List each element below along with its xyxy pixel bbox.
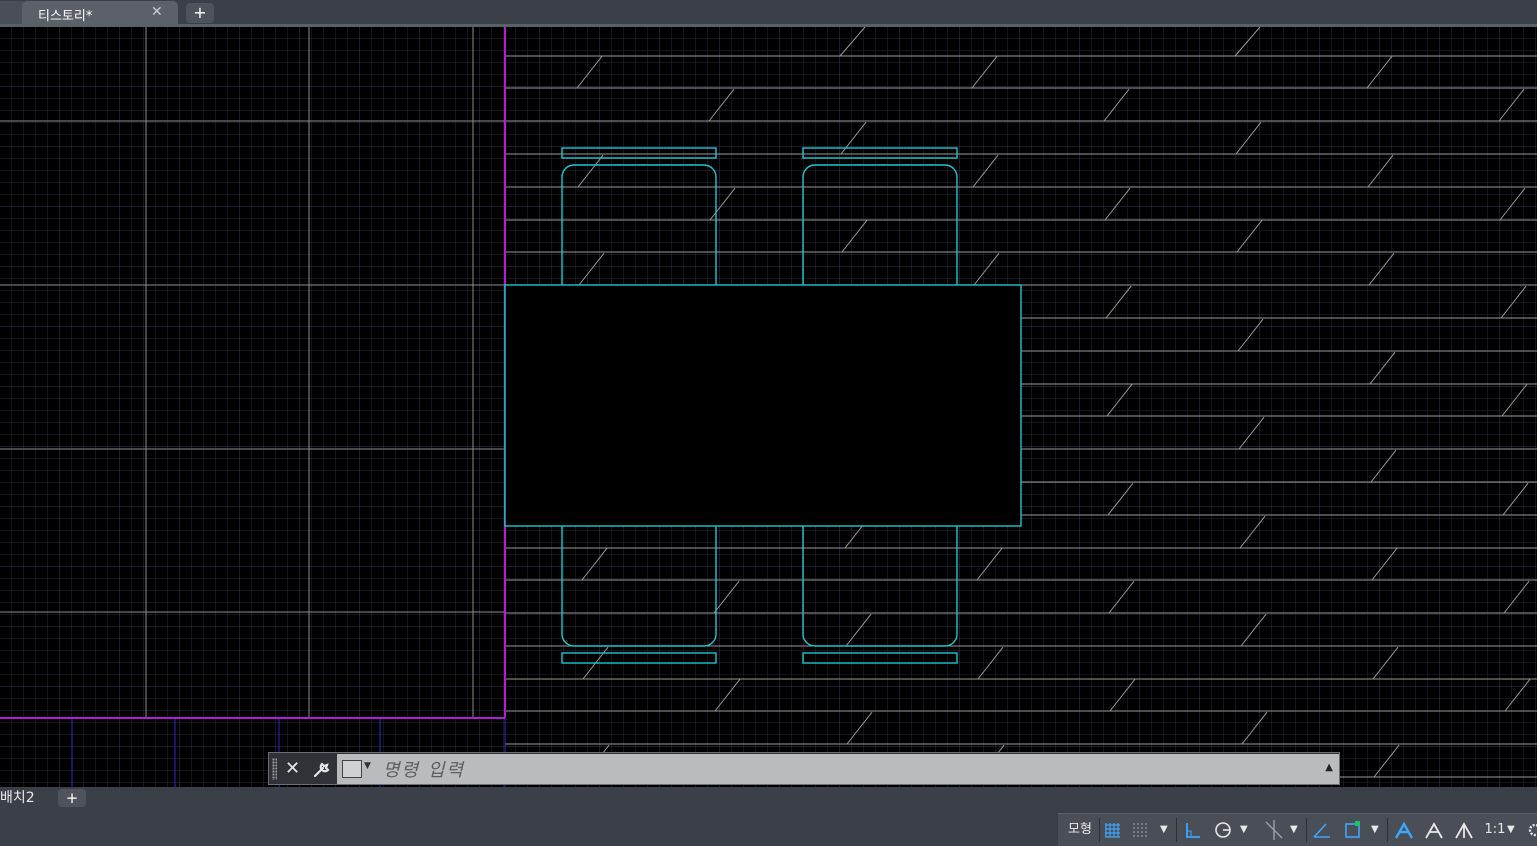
command-line: ✕ ▼ ▲ [268, 752, 1340, 785]
model-space-button[interactable]: 모형 [1062, 814, 1098, 846]
status-tray: 모형 ▼ ▼ ▼ ▼ 1:1 ▼ [1058, 813, 1537, 846]
chevron-down-icon[interactable]: ▼ [1290, 814, 1298, 846]
add-layout-button[interactable]: + [58, 789, 86, 807]
grid-icon[interactable] [1102, 814, 1124, 846]
chevron-down-icon[interactable]: ▼ [1507, 814, 1515, 846]
document-tab-bar: 티스토리* ✕ + [0, 0, 1537, 27]
scale-label[interactable]: 1:1 [1482, 814, 1508, 846]
annotation-scale-icon[interactable] [1452, 814, 1476, 846]
separator [1387, 818, 1388, 842]
ortho-icon[interactable] [1182, 814, 1204, 846]
close-icon[interactable]: ✕ [285, 758, 300, 779]
chevron-down-icon[interactable]: ▼ [1240, 814, 1248, 846]
snap-icon[interactable] [1130, 814, 1152, 846]
annotation-visibility-icon[interactable] [1392, 814, 1416, 846]
layout-tab[interactable]: 배치2 [0, 787, 50, 809]
drawing-canvas[interactable] [0, 27, 1537, 787]
drag-handle[interactable] [272, 758, 277, 780]
separator [1099, 818, 1100, 842]
close-icon[interactable]: ✕ [151, 4, 163, 20]
polar-icon[interactable] [1212, 814, 1234, 846]
triangle-up-icon[interactable]: ▲ [1325, 762, 1333, 773]
command-prompt-icon[interactable] [342, 760, 362, 778]
status-bar: 모형 ▼ ▼ ▼ ▼ 1:1 ▼ [0, 811, 1537, 846]
layout-tab-bar: 배치2 + [0, 787, 1537, 811]
new-tab-button[interactable]: + [186, 3, 214, 23]
plus-icon: + [193, 3, 207, 22]
tab-edge [0, 1, 24, 26]
command-input-area: ▼ ▲ [337, 754, 1339, 784]
chevron-down-icon[interactable]: ▼ [1160, 814, 1168, 846]
separator [1306, 818, 1307, 842]
command-input[interactable] [381, 756, 1285, 784]
plus-icon: + [65, 789, 79, 807]
object-snap-icon[interactable] [1342, 814, 1364, 846]
document-tab[interactable]: 티스토리* ✕ [22, 1, 178, 26]
chevron-down-icon[interactable]: ▼ [364, 761, 371, 771]
document-tab-label: 티스토리* [38, 9, 93, 24]
drawing-svg[interactable] [0, 27, 1537, 787]
isodraft-icon[interactable] [1311, 814, 1333, 846]
dining-table [504, 284, 1022, 527]
chevron-down-icon[interactable]: ▼ [1371, 814, 1379, 846]
auto-scale-icon[interactable] [1422, 814, 1446, 846]
osnap-tracking-icon[interactable] [1262, 814, 1286, 846]
separator [1176, 818, 1177, 842]
gear-icon[interactable] [1524, 814, 1537, 846]
wrench-icon[interactable] [311, 759, 333, 779]
